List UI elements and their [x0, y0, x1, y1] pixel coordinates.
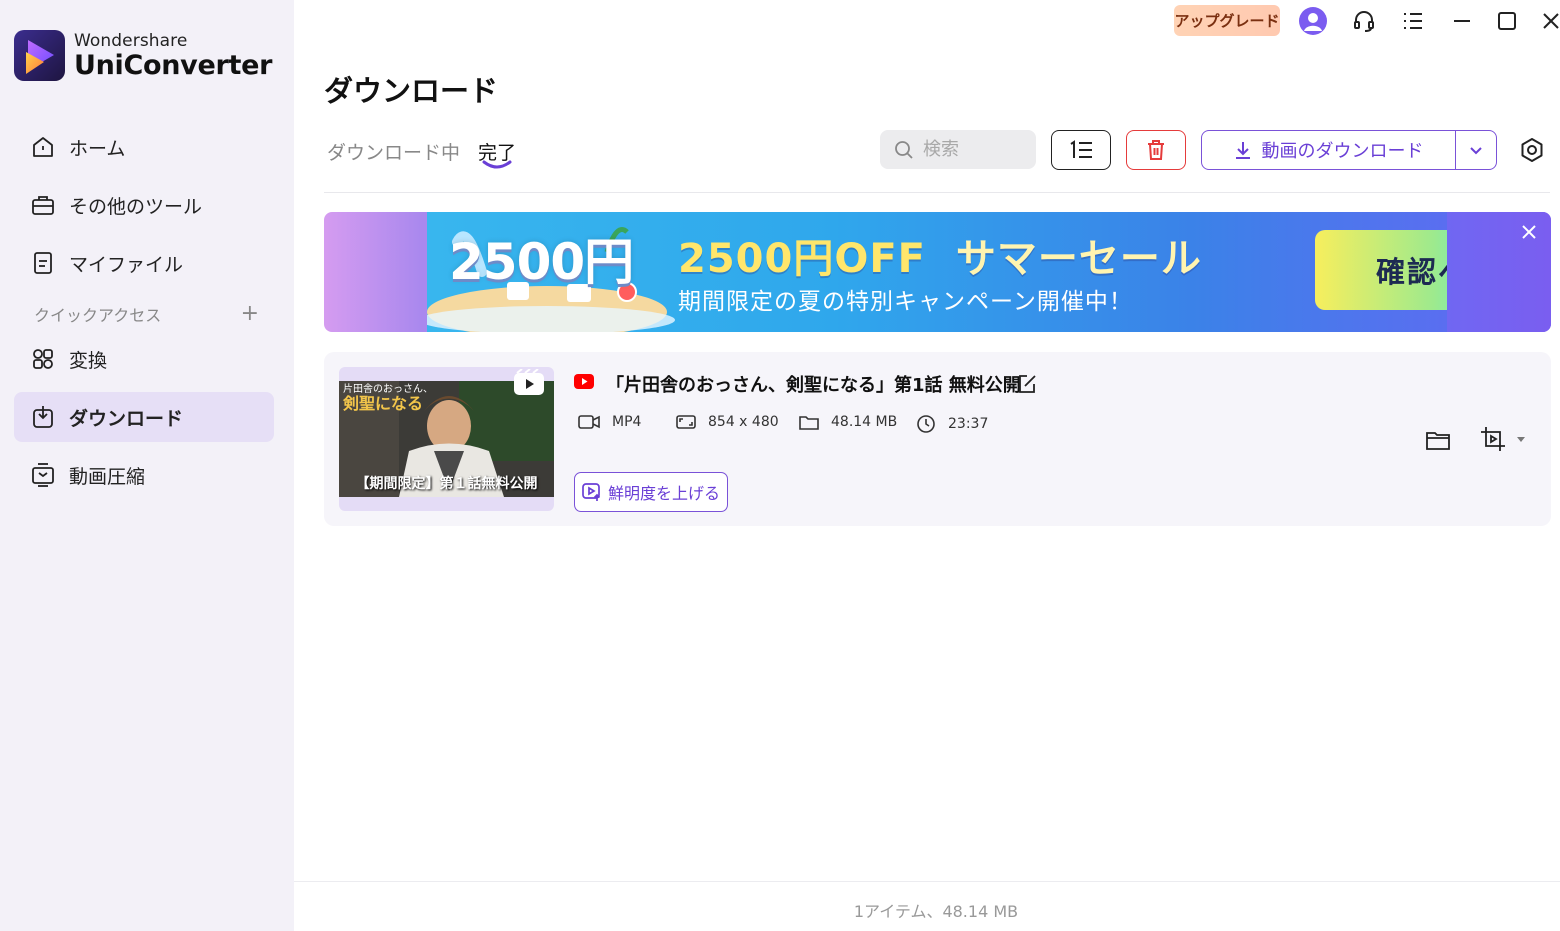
- sidebar-item-label: ダウンロード: [69, 407, 184, 430]
- banner-title: 2500円OFF サマーセール: [678, 226, 1202, 284]
- file-icon: [30, 250, 56, 276]
- sidebar-item-label: 動画圧縮: [69, 465, 146, 488]
- home-icon: [30, 134, 56, 160]
- meta-size: 48.14 MB: [799, 414, 897, 430]
- clock-icon: [917, 415, 935, 433]
- resolution-icon: [676, 415, 696, 429]
- video-thumbnail[interactable]: 片田舎のおっさん、 剣聖になる 【期間限定】第１話無料公開: [339, 367, 554, 511]
- trash-icon: [1148, 140, 1164, 160]
- tab-downloading[interactable]: ダウンロード中: [327, 138, 460, 165]
- banner-big-text: 2500円: [449, 233, 634, 291]
- banner-title-rest: サマーセール: [955, 236, 1202, 282]
- sidebar-item-tools[interactable]: その他のツール: [14, 180, 274, 230]
- toolbox-icon: [30, 192, 56, 218]
- sidebar-item-label: マイファイル: [69, 253, 184, 276]
- banner-subtitle: 期間限定の夏の特別キャンペーン開催中！: [678, 289, 1133, 315]
- enhance-clarity-button[interactable]: 鮮明度を上げる: [574, 472, 728, 512]
- banner-body: 2500円 2500円OFF サマーセール 期間限定の夏の特別キャンペーン開催中…: [427, 212, 1530, 332]
- sidebar-item-convert[interactable]: 変換: [14, 334, 274, 384]
- settings-button[interactable]: [1516, 134, 1548, 166]
- download-icon: [30, 404, 56, 430]
- sidebar-item-compress[interactable]: 動画圧縮: [14, 450, 274, 500]
- item-format: MP4: [612, 414, 642, 430]
- download-options-dropdown[interactable]: [1456, 131, 1496, 169]
- delete-button[interactable]: [1126, 130, 1186, 170]
- sidebar-item-label: ホーム: [69, 137, 126, 160]
- app-logo: Wondershare UniConverter: [14, 30, 272, 81]
- enhance-icon: [582, 483, 601, 501]
- search-icon: [895, 140, 913, 159]
- compress-icon: [30, 462, 56, 488]
- item-resolution: 854 x 480: [708, 414, 779, 430]
- quick-access-label: クイックアクセス: [34, 306, 162, 325]
- headset-icon[interactable]: [1349, 6, 1379, 36]
- gear-icon: [1521, 138, 1543, 162]
- meta-format: MP4: [578, 414, 641, 430]
- promo-banner[interactable]: 2500円 2500円OFF サマーセール 期間限定の夏の特別キャンペーン開催中…: [324, 212, 1551, 332]
- meta-resolution: 854 x 480: [676, 414, 779, 430]
- youtube-icon: [574, 374, 594, 389]
- download-video-button[interactable]: 動画のダウンロード: [1202, 131, 1456, 169]
- minimize-icon[interactable]: [1447, 6, 1477, 36]
- product-name: UniConverter: [74, 49, 273, 81]
- banner-title-accent: 2500円OFF: [678, 236, 926, 282]
- add-quick-access-button[interactable]: +: [241, 303, 259, 325]
- sidebar-item-download[interactable]: ダウンロード: [14, 392, 274, 442]
- uniconverter-logo-icon: [14, 30, 65, 81]
- caret-down-icon: [1517, 437, 1525, 442]
- video-play-badge-icon: [514, 369, 544, 395]
- header-divider: [324, 192, 1550, 193]
- search-box[interactable]: [880, 130, 1036, 169]
- upgrade-button[interactable]: アップグレード: [1174, 5, 1280, 36]
- avatar-icon[interactable]: [1298, 6, 1328, 36]
- banner-close-icon[interactable]: [1519, 222, 1539, 242]
- item-duration: 23:37: [948, 416, 989, 432]
- app-window: Wondershare UniConverter ホーム その他のツール マイフ…: [0, 0, 1560, 931]
- chevron-down-icon: [1470, 147, 1482, 155]
- item-size: 48.14 MB: [831, 414, 898, 430]
- item-title: 「片田舎のおっさん、剣聖になる」第1話 無料公開: [606, 375, 1021, 396]
- brand-name: Wondershare: [74, 30, 188, 51]
- download-video-label: 動画のダウンロード: [1261, 141, 1424, 162]
- maximize-icon[interactable]: [1492, 6, 1522, 36]
- edit-video-menu[interactable]: [1479, 424, 1529, 454]
- quick-access-header: クイックアクセス +: [34, 302, 259, 326]
- thumbnail-image: 片田舎のおっさん、 剣聖になる 【期間限定】第１話無料公開: [339, 381, 554, 497]
- sidebar: Wondershare UniConverter ホーム その他のツール マイフ…: [0, 0, 294, 931]
- open-folder-icon[interactable]: [1424, 426, 1452, 454]
- sort-button[interactable]: [1051, 130, 1111, 170]
- sidebar-item-label: その他のツール: [69, 195, 203, 218]
- folder-small-icon: [799, 416, 819, 430]
- edit-title-icon[interactable]: [1016, 373, 1038, 395]
- convert-icon: [30, 346, 56, 372]
- footer-summary: 1アイテム、48.14 MB: [853, 902, 1019, 921]
- page-title: ダウンロード: [324, 74, 499, 108]
- thumbnail-logo-text: 片田舎のおっさん、 剣聖になる: [343, 384, 433, 413]
- video-edit-icon: [1481, 427, 1505, 451]
- sort-list-icon: [1070, 140, 1092, 158]
- thumbnail-logo-line2: 剣聖になる: [343, 394, 424, 413]
- tab-active-indicator: [482, 160, 512, 169]
- sidebar-item-label: 変換: [69, 349, 108, 372]
- download-arrow-icon: [1235, 142, 1250, 159]
- video-camera-icon: [578, 415, 600, 429]
- close-icon[interactable]: [1536, 6, 1560, 36]
- sidebar-item-myfiles[interactable]: マイファイル: [14, 238, 274, 288]
- enhance-label: 鮮明度を上げる: [607, 484, 720, 503]
- download-video-button-group: 動画のダウンロード: [1201, 130, 1497, 170]
- download-item-card[interactable]: 片田舎のおっさん、 剣聖になる 【期間限定】第１話無料公開 「片田舎のおっさん、剣…: [324, 352, 1551, 526]
- menu-list-icon[interactable]: [1398, 6, 1428, 36]
- search-input[interactable]: [923, 139, 1023, 160]
- footer-divider: [294, 881, 1560, 882]
- thumbnail-caption: 【期間限定】第１話無料公開: [355, 476, 538, 492]
- meta-duration: 23:37: [916, 414, 988, 434]
- sidebar-item-home[interactable]: ホーム: [14, 122, 274, 172]
